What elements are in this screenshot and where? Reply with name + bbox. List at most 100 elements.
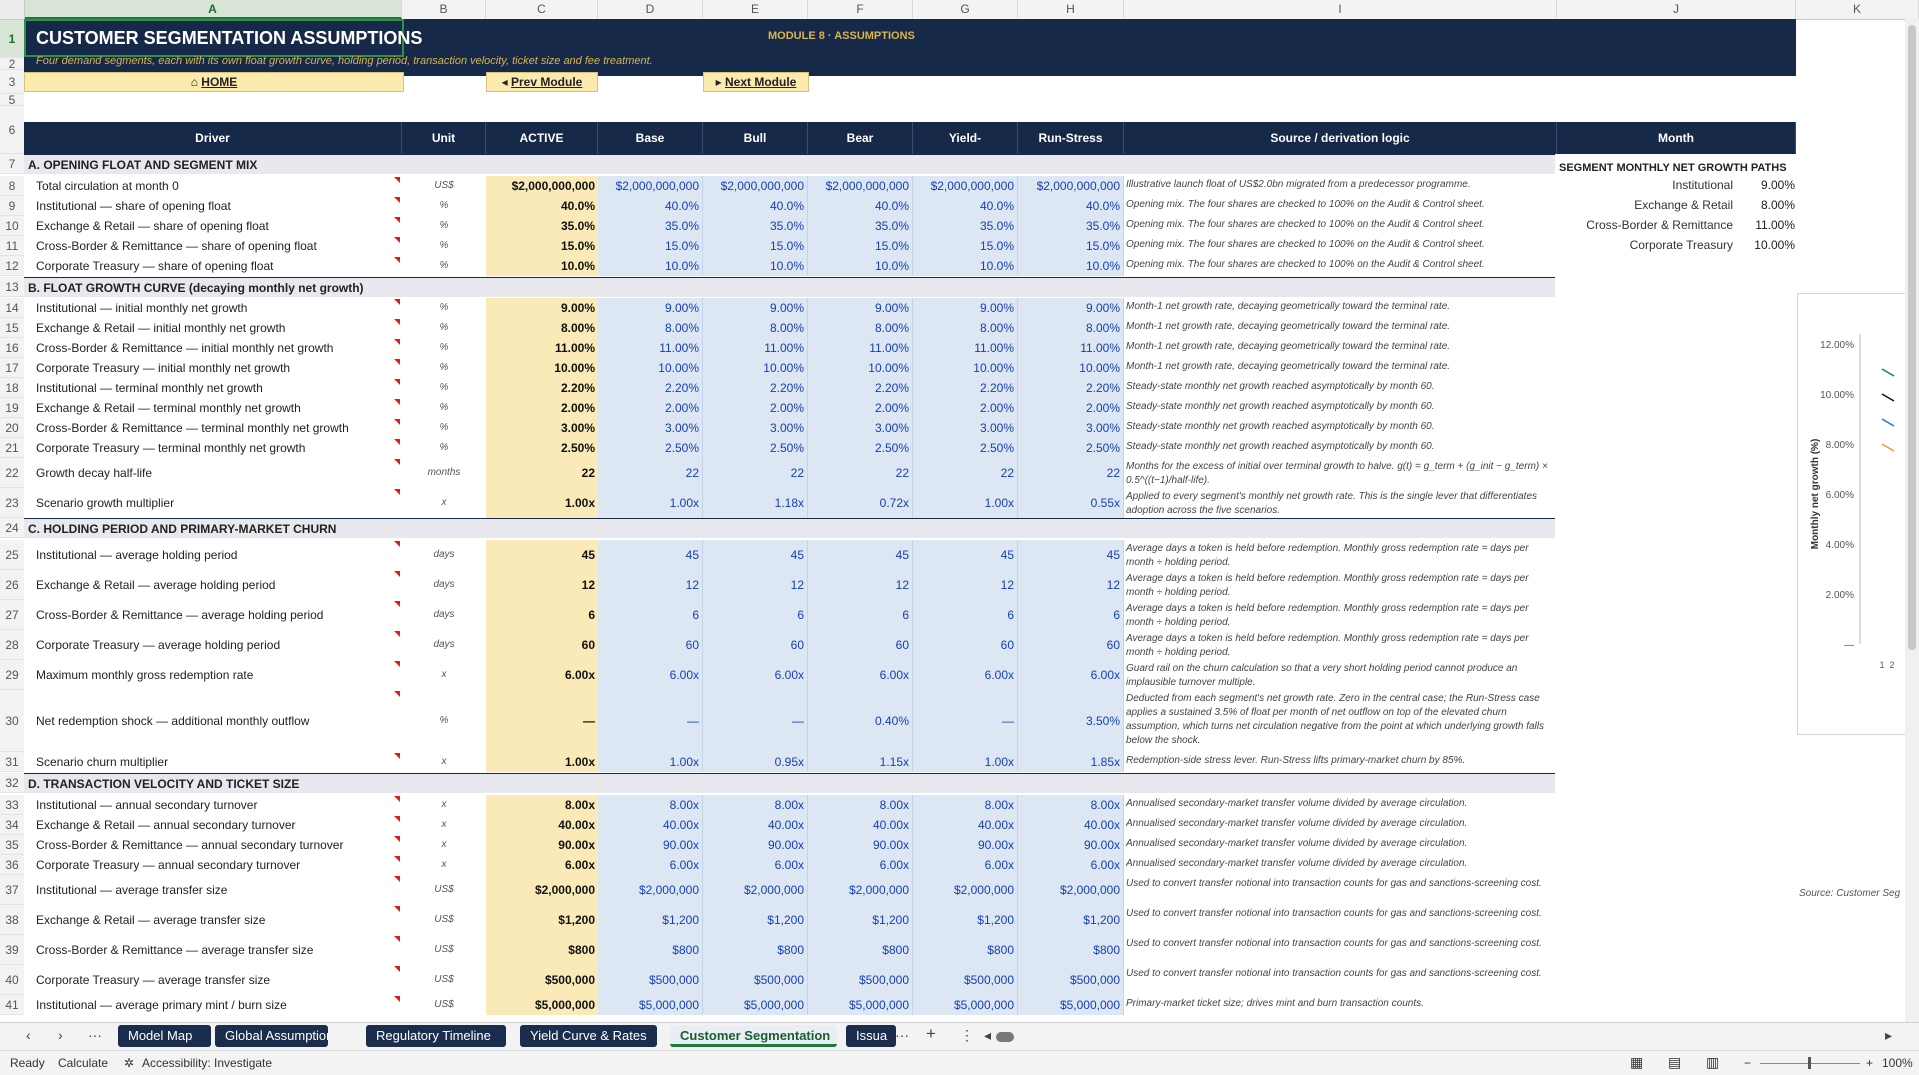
header-driver[interactable]: Driver — [24, 122, 402, 154]
bull-value-cell[interactable]: $5,000,000 — [703, 995, 808, 1015]
sheet-tab-model-map[interactable]: Model Map — [118, 1025, 211, 1047]
row-header-11[interactable]: 11 — [0, 236, 24, 256]
source-note[interactable]: Month-1 net growth rate, decaying geomet… — [1124, 360, 1557, 378]
source-note[interactable]: Steady-state monthly net growth reached … — [1124, 420, 1557, 438]
unit-cell[interactable]: % — [402, 438, 486, 458]
active-value-cell[interactable]: 40.0% — [486, 196, 598, 216]
yc-value-cell[interactable]: 6.00x — [913, 660, 1018, 690]
yc-value-cell[interactable]: 6.00x — [913, 855, 1018, 875]
base-value-cell[interactable]: 2.50% — [598, 438, 703, 458]
base-value-cell[interactable]: $2,000,000,000 — [598, 176, 703, 196]
row-header-40[interactable]: 40 — [0, 965, 24, 995]
unit-cell[interactable]: US$ — [402, 965, 486, 995]
bear-value-cell[interactable]: 10.00% — [808, 358, 913, 378]
active-value-cell[interactable]: 2.20% — [486, 378, 598, 398]
driver-label[interactable]: Net redemption shock — additional monthl… — [24, 690, 402, 752]
source-note[interactable]: Annualised secondary-market transfer vol… — [1124, 857, 1557, 875]
bear-value-cell[interactable]: 8.00% — [808, 318, 913, 338]
driver-label[interactable]: Exchange & Retail — average holding peri… — [24, 570, 402, 600]
driver-label[interactable]: Cross-Border & Remittance — initial mont… — [24, 338, 402, 358]
driver-label[interactable]: Cross-Border & Remittance — average hold… — [24, 600, 402, 630]
header-base[interactable]: Base — [598, 122, 703, 154]
rs-value-cell[interactable]: $5,000,000 — [1018, 995, 1124, 1015]
row-header-12[interactable]: 12 — [0, 256, 24, 276]
comment-indicator[interactable] — [394, 177, 400, 183]
comment-indicator[interactable] — [394, 571, 400, 577]
base-value-cell[interactable]: 1.00x — [598, 752, 703, 772]
source-note[interactable]: Annualised secondary-market transfer vol… — [1124, 797, 1557, 815]
base-value-cell[interactable]: 90.00x — [598, 835, 703, 855]
segment-initial-growth[interactable]: 10.00% — [1754, 238, 1795, 252]
rs-value-cell[interactable]: 10.00% — [1018, 358, 1124, 378]
bull-value-cell[interactable]: 15.0% — [703, 236, 808, 256]
active-value-cell[interactable]: $2,000,000,000 — [486, 176, 598, 196]
row-header-21[interactable]: 21 — [0, 438, 24, 458]
bull-value-cell[interactable]: 2.20% — [703, 378, 808, 398]
active-value-cell[interactable]: $800 — [486, 935, 598, 965]
driver-label[interactable]: Institutional — average primary mint / b… — [24, 995, 402, 1015]
driver-label[interactable]: Exchange & Retail — terminal monthly net… — [24, 398, 402, 418]
row-header-25[interactable]: 25 — [0, 540, 24, 570]
driver-label[interactable]: Corporate Treasury — average holding per… — [24, 630, 402, 660]
column-header-g[interactable]: G — [913, 0, 1018, 19]
bear-value-cell[interactable]: 8.00x — [808, 795, 913, 815]
base-value-cell[interactable]: 45 — [598, 540, 703, 570]
segment-initial-growth[interactable]: 8.00% — [1761, 198, 1795, 212]
yc-value-cell[interactable]: 1.00x — [913, 752, 1018, 772]
source-note[interactable]: Annualised secondary-market transfer vol… — [1124, 837, 1557, 855]
vertical-scrollbar[interactable] — [1905, 19, 1919, 1022]
comment-indicator[interactable] — [394, 876, 400, 882]
active-value-cell[interactable]: 10.0% — [486, 256, 598, 276]
row-header-10[interactable]: 10 — [0, 216, 24, 236]
source-note[interactable]: Redemption-side stress lever. Run-Stress… — [1124, 754, 1557, 772]
comment-indicator[interactable] — [394, 541, 400, 547]
bear-value-cell[interactable]: 12 — [808, 570, 913, 600]
comment-indicator[interactable] — [394, 459, 400, 465]
bear-value-cell[interactable]: 15.0% — [808, 236, 913, 256]
rs-value-cell[interactable]: 11.00% — [1018, 338, 1124, 358]
column-header-a[interactable]: A — [24, 0, 402, 19]
base-value-cell[interactable]: 8.00% — [598, 318, 703, 338]
page-title[interactable]: CUSTOMER SEGMENTATION ASSUMPTIONS — [24, 19, 422, 57]
row-header-27[interactable]: 27 — [0, 600, 24, 630]
driver-label[interactable]: Institutional — initial monthly net grow… — [24, 298, 402, 318]
base-value-cell[interactable]: 15.0% — [598, 236, 703, 256]
rs-value-cell[interactable]: $800 — [1018, 935, 1124, 965]
page-layout-icon[interactable]: ▤ — [1668, 1054, 1681, 1071]
yc-value-cell[interactable]: 40.00x — [913, 815, 1018, 835]
rs-value-cell[interactable]: 22 — [1018, 458, 1124, 488]
bull-value-cell[interactable]: 45 — [703, 540, 808, 570]
source-note[interactable]: Used to convert transfer notional into t… — [1124, 877, 1557, 905]
add-sheet-icon[interactable]: + — [926, 1024, 936, 1044]
base-value-cell[interactable]: $2,000,000 — [598, 875, 703, 905]
header-unit[interactable]: Unit — [402, 122, 486, 154]
column-header-k[interactable]: K — [1796, 0, 1919, 19]
bull-value-cell[interactable]: 12 — [703, 570, 808, 600]
unit-cell[interactable]: % — [402, 256, 486, 276]
active-value-cell[interactable]: 2.00% — [486, 398, 598, 418]
bear-value-cell[interactable]: 2.50% — [808, 438, 913, 458]
row-header-15[interactable]: 15 — [0, 318, 24, 338]
yc-value-cell[interactable]: 60 — [913, 630, 1018, 660]
rs-value-cell[interactable]: 15.0% — [1018, 236, 1124, 256]
driver-label[interactable]: Total circulation at month 0 — [24, 176, 402, 196]
base-value-cell[interactable]: 10.00% — [598, 358, 703, 378]
driver-label[interactable]: Corporate Treasury — share of opening fl… — [24, 256, 402, 276]
driver-label[interactable]: Cross-Border & Remittance — annual secon… — [24, 835, 402, 855]
unit-cell[interactable]: x — [402, 660, 486, 690]
row-header-37[interactable]: 37 — [0, 875, 24, 905]
header-run-stress[interactable]: Run-Stress — [1018, 122, 1124, 154]
bear-value-cell[interactable]: 6.00x — [808, 660, 913, 690]
bull-value-cell[interactable]: 22 — [703, 458, 808, 488]
base-value-cell[interactable]: 2.20% — [598, 378, 703, 398]
row-header-16[interactable]: 16 — [0, 338, 24, 358]
source-note[interactable]: Opening mix. The four shares are checked… — [1124, 218, 1557, 236]
rs-value-cell[interactable]: 40.0% — [1018, 196, 1124, 216]
bull-value-cell[interactable]: $2,000,000,000 — [703, 176, 808, 196]
comment-indicator[interactable] — [394, 661, 400, 667]
unit-cell[interactable]: % — [402, 196, 486, 216]
bull-value-cell[interactable]: 40.0% — [703, 196, 808, 216]
rs-value-cell[interactable]: 60 — [1018, 630, 1124, 660]
comment-indicator[interactable] — [394, 906, 400, 912]
yc-value-cell[interactable]: 40.0% — [913, 196, 1018, 216]
